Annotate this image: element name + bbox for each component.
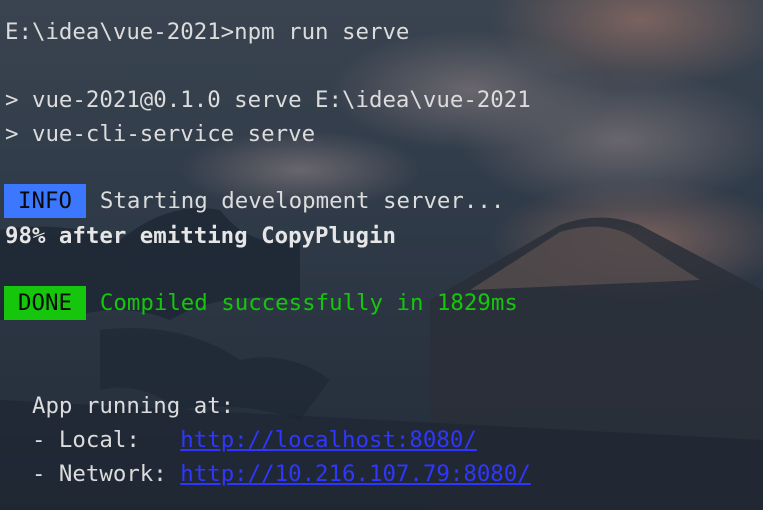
terminal-output: E:\idea\vue-2021>npm run serve > vue-202… (0, 0, 763, 510)
done-badge: DONE (4, 286, 86, 320)
info-text: Starting development server... (99, 188, 505, 214)
local-url-link[interactable]: http://localhost:8080/ (180, 427, 477, 453)
info-badge: INFO (4, 184, 86, 218)
network-label: - Network: (5, 461, 181, 487)
network-url-link[interactable]: http://10.216.107.79:8080/ (180, 461, 531, 487)
script-line-1: > vue-2021@0.1.0 serve E:\idea\vue-2021 (5, 87, 531, 113)
app-running-label: App running at: (5, 393, 235, 419)
network-line: - Network: http://10.216.107.79:8080/ (5, 457, 531, 491)
local-line: - Local: http://localhost:8080/ (5, 423, 477, 457)
local-label: - Local: (5, 427, 181, 453)
command-line: E:\idea\vue-2021>npm run serve (5, 19, 410, 45)
info-line: INFO Starting development server... (4, 184, 504, 218)
progress-line: 98% after emitting CopyPlugin (5, 223, 396, 249)
done-line: DONE Compiled successfully in 1829ms (4, 286, 518, 320)
script-line-2: > vue-cli-service serve (5, 121, 316, 147)
done-text: Compiled successfully in 1829ms (99, 290, 518, 316)
